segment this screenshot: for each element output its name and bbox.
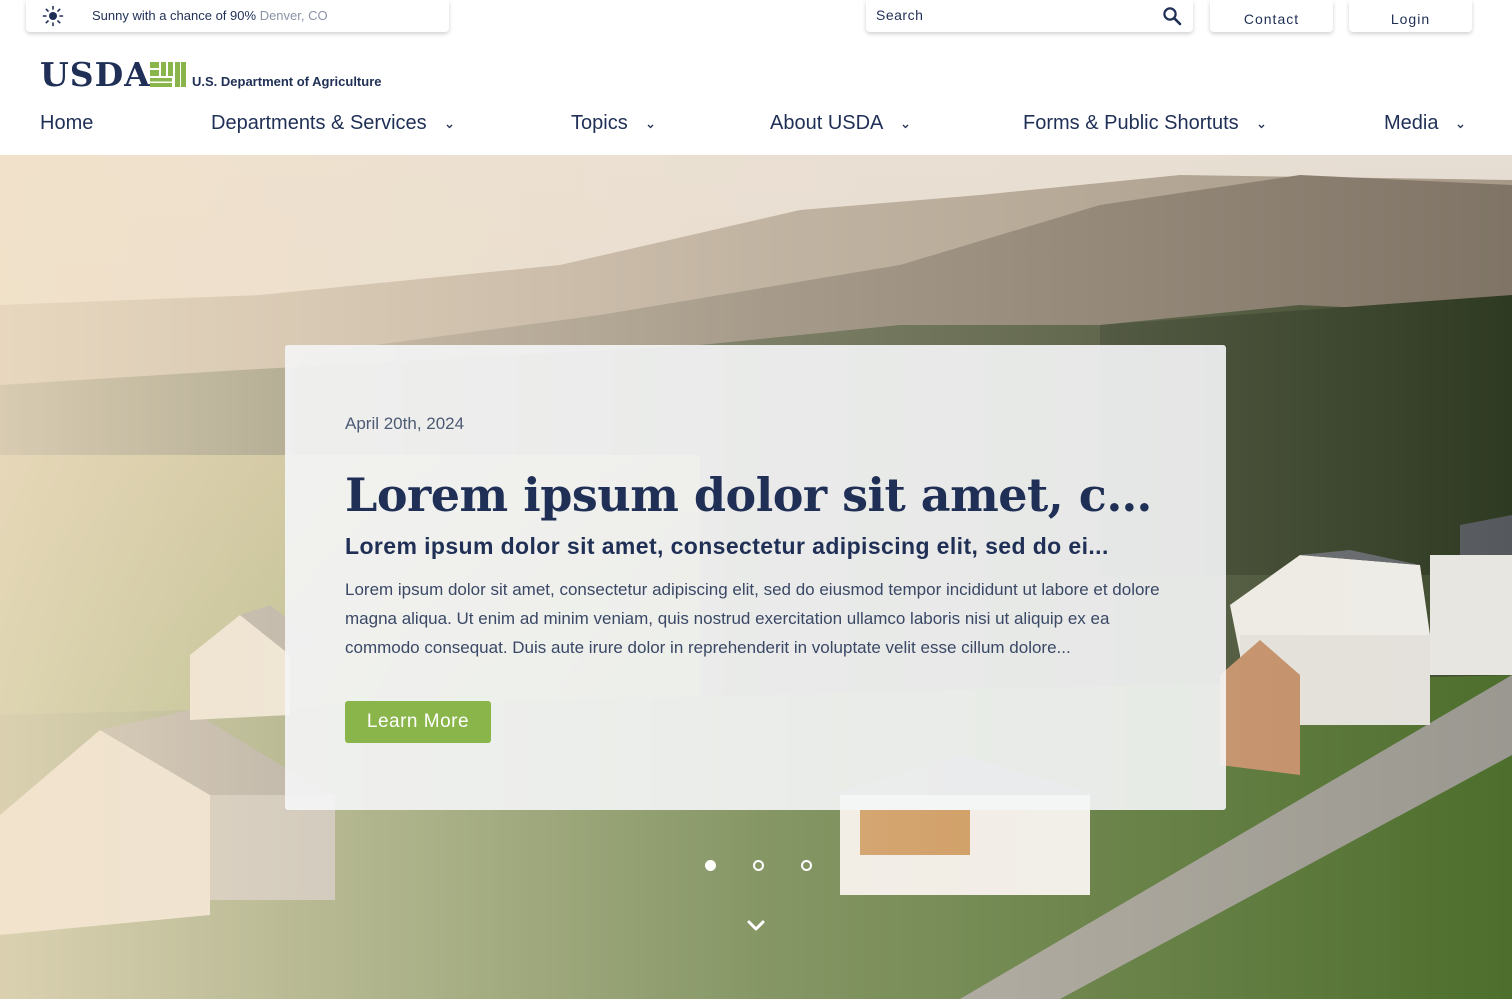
chevron-down-icon xyxy=(647,124,654,129)
weather-forecast: Sunny with a chance of 90% xyxy=(92,8,257,23)
nav-item-label: Media xyxy=(1384,112,1439,134)
contact-button[interactable]: Contact xyxy=(1210,0,1333,32)
nav-item-media[interactable]: Media xyxy=(1384,112,1465,135)
nav-item-topics[interactable]: Topics xyxy=(571,112,655,135)
login-button[interactable]: Login xyxy=(1349,0,1472,32)
search-icon[interactable] xyxy=(1162,6,1182,26)
carousel-dot-3[interactable] xyxy=(801,860,812,871)
carousel-pagination xyxy=(705,860,825,872)
weather-text: Sunny with a chance of 90% Denver, CO xyxy=(92,8,328,23)
sun-icon xyxy=(42,5,64,27)
logo-department-name: U.S. Department of Agriculture xyxy=(192,74,382,89)
weather-location[interactable]: Denver, CO xyxy=(260,8,328,23)
hero-card: April 20th, 2024 Lorem ipsum dolor sit a… xyxy=(285,345,1226,810)
carousel-dot-1[interactable] xyxy=(705,860,716,871)
nav-item-departments-services[interactable]: Departments & Services xyxy=(211,112,454,135)
hero-headline: Lorem ipsum dolor sit amet, con... xyxy=(345,468,1175,522)
nav-item-home[interactable]: Home xyxy=(40,112,93,135)
nav-item-about-usda[interactable]: About USDA xyxy=(770,112,910,135)
hero-carousel: April 20th, 2024 Lorem ipsum dolor sit a… xyxy=(0,155,1512,999)
learn-more-button[interactable]: Learn More xyxy=(345,701,491,743)
chevron-down-icon xyxy=(1258,124,1265,129)
nav-item-label: Topics xyxy=(571,112,628,134)
carousel-dot-2[interactable] xyxy=(753,860,764,871)
nav-item-label: About USDA xyxy=(770,112,884,134)
chevron-down-icon[interactable] xyxy=(746,919,766,933)
logo-mark-icon xyxy=(150,62,186,87)
nav-item-forms-public-shortcuts[interactable]: Forms & Public Shortuts xyxy=(1023,112,1266,135)
hero-subheadline: Lorem ipsum dolor sit amet, consectetur … xyxy=(345,533,1109,559)
chevron-down-icon xyxy=(446,124,453,129)
weather-widget: Sunny with a chance of 90% Denver, CO xyxy=(26,0,449,32)
hero-body-text: Lorem ipsum dolor sit amet, consectetur … xyxy=(345,580,1160,657)
nav-item-label: Home xyxy=(40,112,94,134)
nav-item-label: Departments & Services xyxy=(211,112,427,134)
chevron-down-icon xyxy=(902,124,909,129)
nav-item-label: Forms & Public Shortuts xyxy=(1023,112,1239,134)
hero-date: April 20th, 2024 xyxy=(345,414,465,433)
main-nav: Home Departments & Services Topics About… xyxy=(0,104,1512,155)
search-input[interactable] xyxy=(866,0,1156,30)
logo-wordmark: USDA xyxy=(40,55,151,94)
chevron-down-icon xyxy=(1458,124,1464,129)
search-box[interactable] xyxy=(866,0,1193,32)
